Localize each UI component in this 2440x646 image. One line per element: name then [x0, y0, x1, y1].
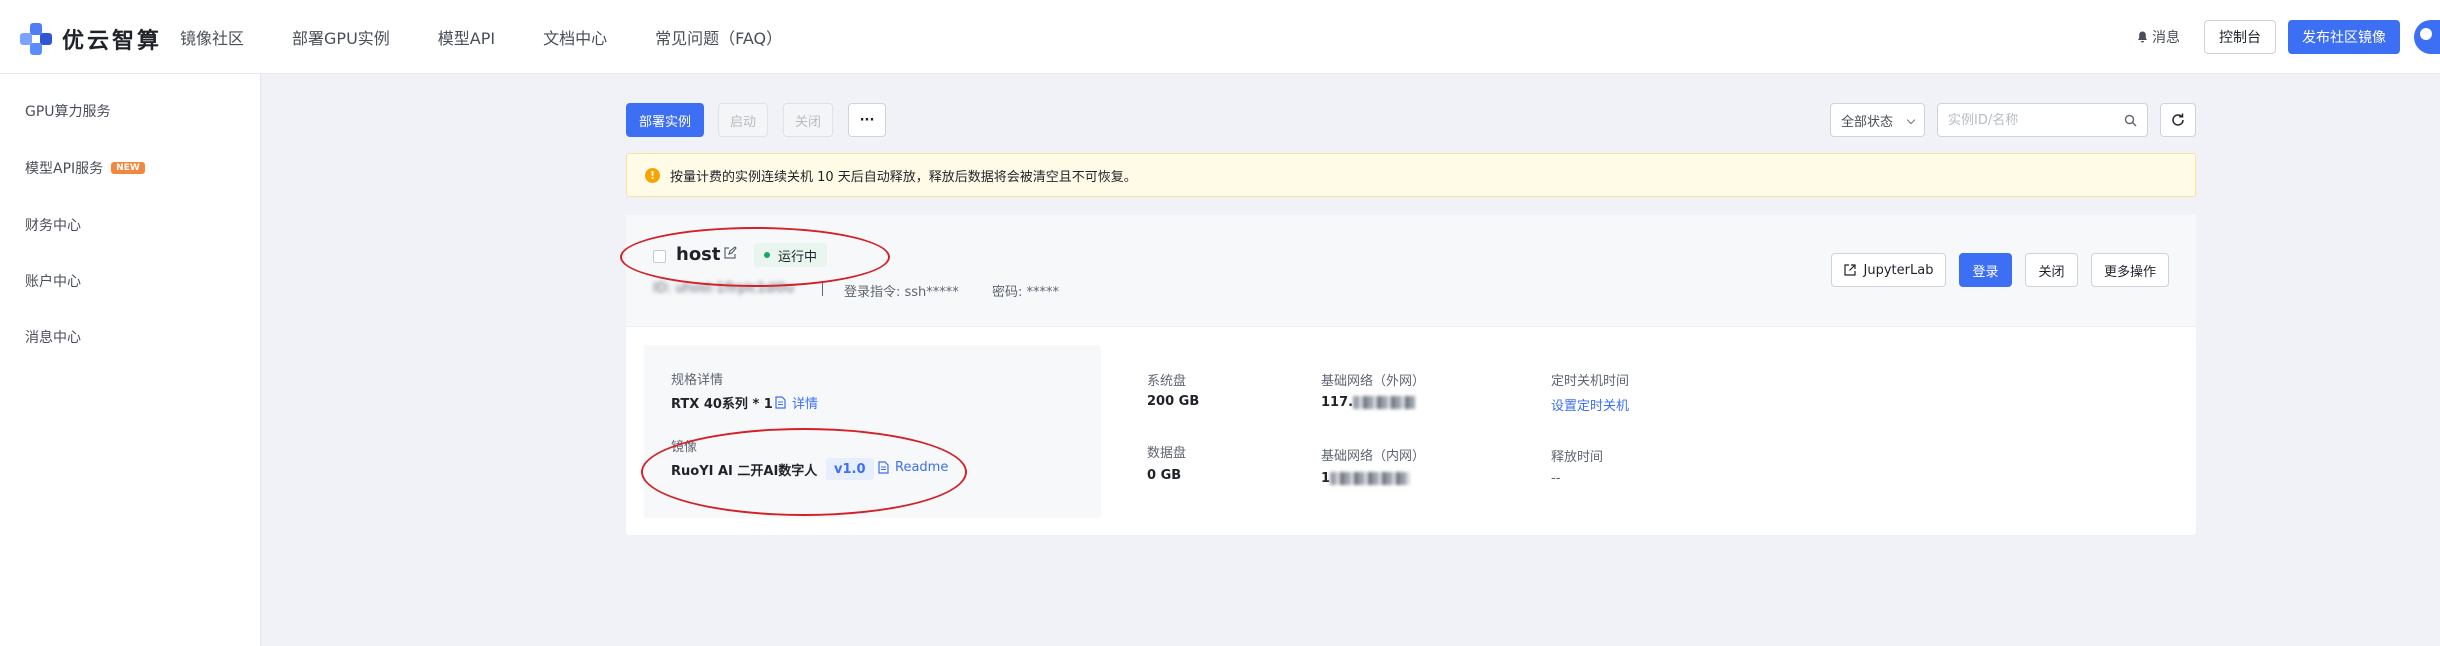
- close-instance-button[interactable]: 关闭: [2025, 253, 2078, 287]
- search-icon[interactable]: [2124, 114, 2137, 127]
- readme-link[interactable]: Readme: [878, 460, 948, 475]
- system-disk-label: 系统盘: [1147, 374, 1187, 389]
- readme-label: Readme: [895, 460, 949, 475]
- console-button[interactable]: 控制台: [2204, 20, 2276, 54]
- version-tag: v1.0: [826, 458, 874, 480]
- sidebar-item-label: 财务中心: [25, 218, 81, 234]
- status-text: 运行中: [778, 249, 818, 265]
- sidebar-item-label: 模型API服务: [25, 161, 104, 177]
- sidebar-item-finance[interactable]: 财务中心: [25, 215, 81, 235]
- instance-id: ID: uhost-1flrplc1dl0u: [653, 281, 794, 296]
- header-actions: 消息 控制台 发布社区镜像: [2137, 0, 2440, 74]
- start-button[interactable]: 启动: [718, 103, 768, 137]
- instance-card-header: host 运行中 ID: uhost-1flrplc1dl0u 登录指令: ss…: [626, 215, 2196, 327]
- nav-item-model-api[interactable]: 模型API: [438, 25, 495, 49]
- sidebar: GPU算力服务 模型API服务 NEW 财务中心 账户中心 消息中心: [0, 74, 261, 646]
- instance-name: host: [676, 244, 721, 265]
- avatar[interactable]: [2414, 20, 2440, 54]
- image-value: RuoYI AI 二开AI数字人: [671, 464, 818, 479]
- bell-icon: [2138, 31, 2147, 43]
- redacted-mask: [1330, 472, 1411, 485]
- redacted-mask: [1353, 396, 1416, 409]
- status-dot-icon: [764, 252, 770, 258]
- messages-link[interactable]: 消息: [2137, 27, 2180, 47]
- warning-icon: !: [645, 167, 660, 183]
- messages-label: 消息: [2152, 30, 2180, 46]
- sidebar-item-messages[interactable]: 消息中心: [25, 327, 81, 347]
- more-actions-button[interactable]: ···: [848, 103, 886, 137]
- readme-icon: [878, 461, 889, 474]
- chevron-down-icon: [1906, 115, 1916, 125]
- image-label: 镜像: [671, 440, 698, 455]
- more-operations-button[interactable]: 更多操作: [2091, 253, 2169, 287]
- system-disk-value: 200 GB: [1147, 394, 1200, 409]
- status-filter-select[interactable]: 全部状态: [1830, 103, 1925, 137]
- stop-button[interactable]: 关闭: [783, 103, 833, 137]
- nav-item-deploy-gpu[interactable]: 部署GPU实例: [292, 25, 390, 49]
- private-ip-prefix: 1: [1321, 471, 1331, 486]
- release-time-value: --: [1551, 471, 1561, 486]
- refresh-button[interactable]: [2160, 103, 2196, 137]
- sidebar-item-model-api[interactable]: 模型API服务 NEW: [25, 158, 145, 178]
- scheduled-shutdown-label: 定时关机时间: [1551, 374, 1630, 389]
- data-disk-label: 数据盘: [1147, 446, 1187, 461]
- divider: [822, 282, 823, 296]
- spec-label: 规格详情: [671, 373, 724, 388]
- sidebar-item-account[interactable]: 账户中心: [25, 271, 81, 291]
- main-nav: 镜像社区 部署GPU实例 模型API 文档中心 常见问题（FAQ）: [180, 0, 830, 74]
- nav-item-docs[interactable]: 文档中心: [543, 25, 607, 49]
- top-navigation-bar: 优云智算 镜像社区 部署GPU实例 模型API 文档中心 常见问题（FAQ） 消…: [0, 0, 2440, 74]
- sidebar-item-label: GPU算力服务: [25, 104, 111, 120]
- publish-image-button[interactable]: 发布社区镜像: [2288, 20, 2400, 54]
- instance-card: host 运行中 ID: uhost-1flrplc1dl0u 登录指令: ss…: [626, 215, 2196, 535]
- auto-release-notice: ! 按量计费的实例连续关机 10 天后自动释放，释放后数据将会被清空且不可恢复。: [626, 153, 2196, 197]
- new-badge: NEW: [111, 162, 145, 174]
- logo-icon: [20, 23, 52, 55]
- nav-item-image-community[interactable]: 镜像社区: [180, 25, 244, 49]
- nav-item-faq[interactable]: 常见问题（FAQ）: [655, 25, 782, 49]
- jupyterlab-label: JupyterLab: [1863, 262, 1934, 278]
- deploy-instance-button[interactable]: 部署实例: [626, 103, 704, 137]
- public-ip-prefix: 117.: [1321, 395, 1354, 410]
- sidebar-item-label: 账户中心: [25, 274, 81, 290]
- notice-text: 按量计费的实例连续关机 10 天后自动释放，释放后数据将会被清空且不可恢复。: [670, 169, 1137, 185]
- status-filter-value: 全部状态: [1841, 114, 1894, 130]
- external-link-icon: [1843, 264, 1856, 276]
- instance-checkbox[interactable]: [653, 250, 666, 263]
- brand-logo[interactable]: 优云智算: [20, 22, 162, 56]
- search-input[interactable]: [1948, 104, 2118, 136]
- document-icon: [775, 396, 786, 409]
- spec-details-box: 规格详情 RTX 40系列 * 1 详情 镜像 RuoYI AI 二开AI数字人…: [644, 345, 1101, 518]
- jupyterlab-button[interactable]: JupyterLab: [1831, 253, 1946, 287]
- public-ip-value: 117.: [1321, 395, 1416, 410]
- private-network-label: 基础网络（内网）: [1321, 449, 1426, 464]
- details-link-label: 详情: [792, 397, 819, 412]
- spec-value: RTX 40系列 * 1: [671, 397, 773, 412]
- status-badge: 运行中: [754, 243, 828, 267]
- refresh-icon: [2172, 113, 2184, 126]
- login-command: 登录指令: ssh*****: [844, 285, 959, 300]
- data-disk-value: 0 GB: [1147, 468, 1182, 483]
- password: 密码: *****: [992, 285, 1060, 300]
- edit-icon[interactable]: [723, 246, 737, 260]
- search-box: [1937, 103, 2148, 137]
- sidebar-item-gpu-service[interactable]: GPU算力服务: [25, 101, 111, 121]
- login-button[interactable]: 登录: [1959, 253, 2012, 287]
- public-network-label: 基础网络（外网）: [1321, 374, 1426, 389]
- spec-details-link[interactable]: 详情: [775, 393, 818, 412]
- set-scheduled-shutdown-link[interactable]: 设置定时关机: [1551, 395, 1629, 414]
- release-time-label: 释放时间: [1551, 450, 1604, 465]
- sidebar-item-label: 消息中心: [25, 330, 81, 346]
- private-ip-value: 1: [1321, 471, 1411, 486]
- brand-name: 优云智算: [62, 29, 163, 54]
